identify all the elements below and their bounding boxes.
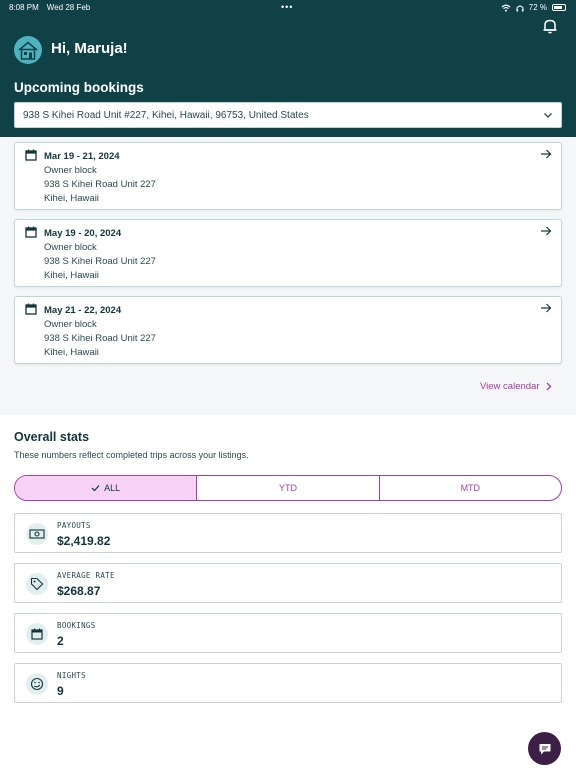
arrow-right-icon[interactable] (540, 226, 552, 236)
bell-icon[interactable] (541, 17, 559, 35)
stat-card-payouts: PAYOUTS $2,419.82 (14, 513, 562, 553)
moon-icon (26, 673, 48, 695)
wifi-icon (501, 4, 511, 12)
upcoming-bookings-title: Upcoming bookings (14, 80, 144, 95)
chevron-right-icon (546, 382, 551, 391)
stat-label: NIGHTS (57, 671, 86, 680)
stat-value: $268.87 (57, 584, 101, 598)
booking-date: May 19 - 20, 2024 (44, 228, 122, 239)
calendar-icon (25, 303, 37, 315)
stat-value: 2 (57, 634, 64, 648)
battery-icon (552, 4, 566, 11)
money-icon (26, 523, 48, 545)
booking-address: 938 S Kihei Road Unit 227 (44, 256, 156, 267)
stat-value: 9 (57, 684, 64, 698)
status-time: 8:08 PM (9, 3, 39, 12)
chat-button[interactable] (528, 732, 561, 765)
tag-icon (26, 573, 48, 595)
stat-label: AVERAGE RATE (57, 571, 115, 580)
tab-mtd-label: MTD (460, 483, 481, 493)
overall-stats-description: These numbers reflect completed trips ac… (14, 450, 249, 460)
booking-city: Kihei, Hawaii (44, 193, 99, 204)
status-bar: 8:08 PM Wed 28 Feb ••• 72 % (0, 0, 576, 16)
tab-ytd-label: YTD (278, 483, 297, 493)
property-select-value: 938 S Kihei Road Unit #227, Kihei, Hawai… (23, 110, 309, 121)
chevron-down-icon (544, 113, 552, 118)
stat-label: BOOKINGS (57, 621, 96, 630)
property-select[interactable]: 938 S Kihei Road Unit #227, Kihei, Hawai… (14, 102, 562, 128)
booking-card[interactable]: Mar 19 - 21, 2024 Owner block 938 S Kihe… (14, 142, 562, 210)
booking-type: Owner block (44, 319, 97, 330)
tab-all[interactable]: ALL (15, 476, 198, 500)
check-icon (91, 485, 100, 492)
booking-address: 938 S Kihei Road Unit 227 (44, 333, 156, 344)
booking-type: Owner block (44, 165, 97, 176)
house-icon (18, 41, 38, 60)
arrow-right-icon[interactable] (540, 303, 552, 313)
calendar-icon (25, 149, 37, 161)
multitask-dots[interactable]: ••• (281, 2, 293, 12)
booking-city: Kihei, Hawaii (44, 270, 99, 281)
booking-date: May 21 - 22, 2024 (44, 305, 122, 316)
booking-card[interactable]: May 19 - 20, 2024 Owner block 938 S Kihe… (14, 219, 562, 287)
booking-city: Kihei, Hawaii (44, 347, 99, 358)
stat-card-average-rate: AVERAGE RATE $268.87 (14, 563, 562, 603)
booking-card[interactable]: May 21 - 22, 2024 Owner block 938 S Kihe… (14, 296, 562, 364)
stat-label: PAYOUTS (57, 521, 91, 530)
stat-card-nights: NIGHTS 9 (14, 663, 562, 703)
calendar-icon (26, 623, 48, 645)
greeting: Hi, Maruja! (51, 40, 128, 57)
booking-date: Mar 19 - 21, 2024 (44, 151, 120, 162)
booking-type: Owner block (44, 242, 97, 253)
tab-ytd[interactable]: YTD (197, 476, 380, 500)
period-segmented-control: ALL YTD MTD (14, 475, 562, 501)
overall-stats-title: Overall stats (14, 430, 90, 444)
status-date: Wed 28 Feb (46, 3, 91, 12)
tab-mtd[interactable]: MTD (380, 476, 561, 500)
chat-icon (539, 743, 550, 754)
view-calendar-link[interactable]: View calendar (480, 381, 552, 392)
avatar[interactable] (14, 36, 42, 64)
view-calendar-label: View calendar (480, 381, 540, 392)
tab-all-label: ALL (104, 483, 121, 493)
stat-value: $2,419.82 (57, 534, 111, 548)
arrow-right-icon[interactable] (540, 149, 552, 159)
booking-address: 938 S Kihei Road Unit 227 (44, 179, 156, 190)
battery-percent: 72 % (528, 3, 547, 12)
calendar-icon (25, 226, 37, 238)
stat-card-bookings: BOOKINGS 2 (14, 613, 562, 653)
headphones-icon (516, 5, 524, 11)
